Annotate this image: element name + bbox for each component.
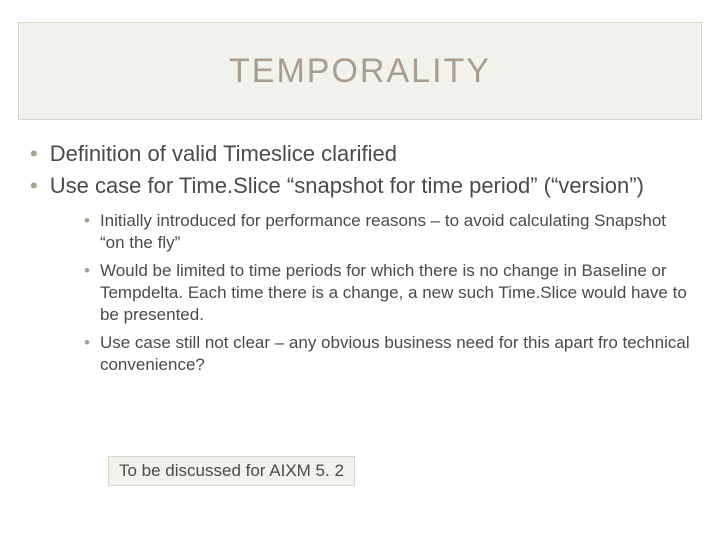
list-item: • Initially introduced for performance r… <box>84 210 690 254</box>
list-item-text: Use case still not clear – any obvious b… <box>100 332 690 376</box>
bullet-icon: • <box>84 260 90 282</box>
callout-text: To be discussed for AIXM 5. 2 <box>119 461 344 480</box>
bullet-icon: • <box>84 210 90 232</box>
list-item-text: Use case for Time.Slice “snapshot for ti… <box>50 172 644 200</box>
list-item: • Use case for Time.Slice “snapshot for … <box>30 172 690 200</box>
list-item-text: Initially introduced for performance rea… <box>100 210 690 254</box>
list-item-text: Definition of valid Timeslice clarified <box>50 140 397 168</box>
sublist: • Initially introduced for performance r… <box>84 210 690 376</box>
list-item: • Would be limited to time periods for w… <box>84 260 690 326</box>
list-item-text: Would be limited to time periods for whi… <box>100 260 690 326</box>
list-item: • Use case still not clear – any obvious… <box>84 332 690 376</box>
bullet-icon: • <box>84 332 90 354</box>
slide-title: TEMPORALITY <box>229 52 491 91</box>
title-band: TEMPORALITY <box>18 22 702 120</box>
list-item: • Definition of valid Timeslice clarifie… <box>30 140 690 168</box>
bullet-icon: • <box>30 140 38 168</box>
bullet-icon: • <box>30 172 38 200</box>
slide-content: • Definition of valid Timeslice clarifie… <box>30 140 690 382</box>
callout-box: To be discussed for AIXM 5. 2 <box>108 456 355 486</box>
